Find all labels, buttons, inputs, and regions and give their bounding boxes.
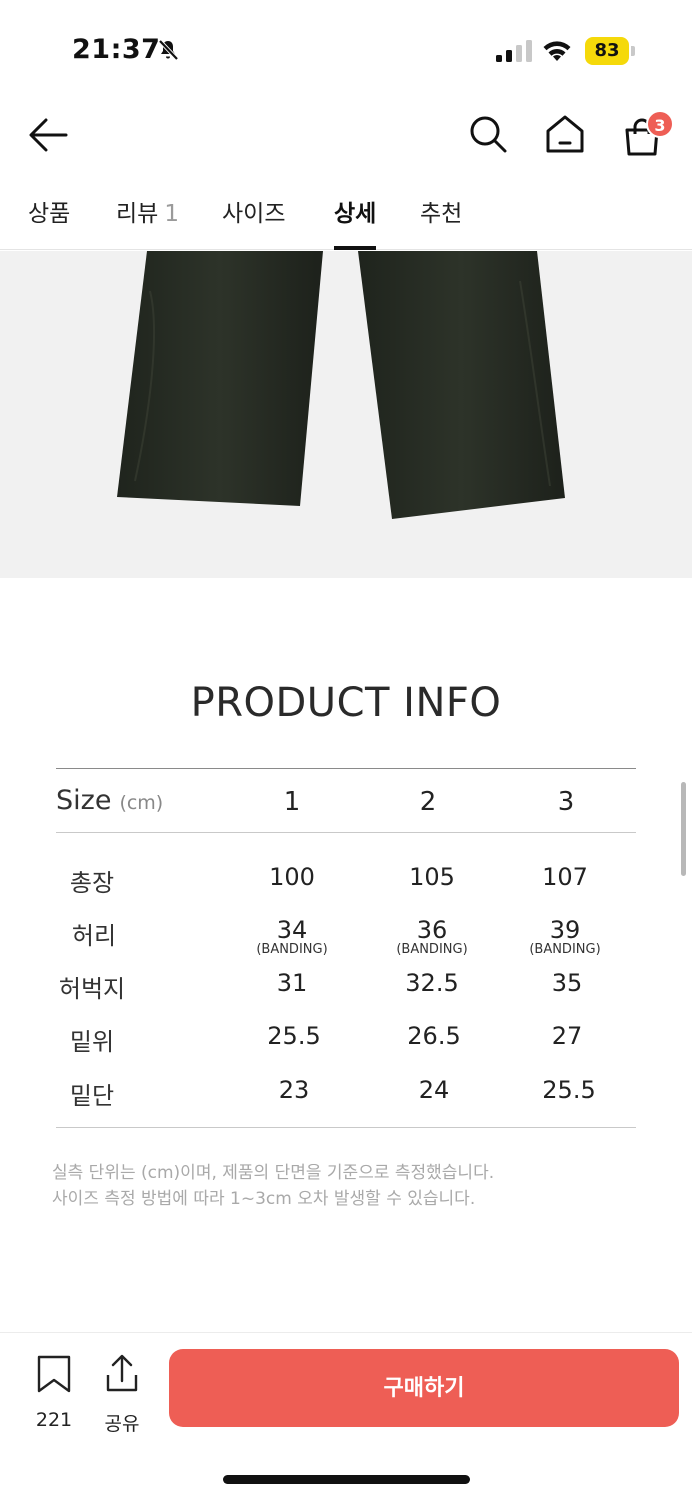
bookmark-count: 221 (35, 1409, 73, 1431)
tab-label: 추천 (420, 201, 463, 227)
cart-button[interactable]: 3 (620, 110, 676, 160)
table-row: 밑단 23 24 25.5 (56, 1076, 636, 1128)
tab-label: 리뷰 (116, 201, 159, 227)
cell-note: (BANDING) (529, 942, 601, 957)
pants-illustration (117, 251, 565, 519)
tab-recommend[interactable]: 추천 (420, 194, 462, 250)
bell-slash-icon (158, 39, 179, 61)
wifi-icon (543, 41, 571, 61)
table-cell: 34 (BANDING) (237, 916, 347, 957)
bookmark-button[interactable]: 221 (30, 1351, 78, 1431)
table-cell: 24 (418, 1076, 450, 1104)
bookmark-icon (37, 1355, 71, 1393)
size-column-header: 3 (557, 787, 575, 817)
table-cell: 26.5 (407, 1022, 461, 1050)
table-cell: 25.5 (267, 1022, 321, 1050)
size-unit: (cm) (119, 792, 164, 814)
row-label: 허리 (71, 922, 117, 950)
cell-note: (BANDING) (256, 942, 328, 957)
table-cell: 100 (269, 863, 315, 891)
status-bar: 21:37 83 (0, 0, 692, 100)
table-row: 허리 34 (BANDING) 36 (BANDING) 39 (BANDING) (56, 916, 636, 968)
table-row: 밑위 25.5 26.5 27 (56, 1022, 636, 1074)
battery-level: 83 (594, 40, 620, 61)
size-header-label: Size (cm) (56, 785, 163, 816)
table-cell: 27 (551, 1022, 583, 1050)
status-time: 21:37 (72, 34, 161, 65)
measurement-notes: 실측 단위는 (cm)이며, 제품의 단면을 기준으로 측정했습니다. 사이즈 … (52, 1160, 652, 1212)
cell-value: 36 (416, 916, 448, 944)
share-icon (106, 1354, 138, 1392)
tab-bar: 상품 리뷰 1 사이즈 상세 추천 (0, 186, 692, 250)
home-indicator[interactable] (223, 1475, 470, 1484)
app-header: 3 (0, 100, 692, 170)
tab-detail[interactable]: 상세 (334, 194, 377, 250)
note-line: 실측 단위는 (cm)이며, 제품의 단면을 기준으로 측정했습니다. (52, 1163, 495, 1183)
size-label-text: Size (56, 785, 112, 816)
share-button[interactable]: 공유 (98, 1351, 146, 1435)
size-table: Size (cm) 1 2 3 총장 100 105 107 허리 34 (BAND… (56, 768, 636, 1128)
table-cell: 25.5 (542, 1076, 596, 1104)
table-cell: 39 (BANDING) (510, 916, 620, 957)
buy-button[interactable]: 구매하기 (169, 1349, 679, 1427)
cart-count-badge: 3 (646, 110, 674, 138)
home-icon[interactable] (543, 112, 587, 156)
tab-size[interactable]: 사이즈 (222, 194, 285, 250)
bottom-action-bar: 221 공유 구매하기 (0, 1332, 692, 1500)
row-label: 허벅지 (58, 975, 126, 1003)
row-label: 밑단 (69, 1082, 115, 1110)
table-cell: 31 (276, 969, 308, 997)
table-row: 허벅지 31 32.5 35 (56, 969, 636, 1021)
table-cell: 107 (542, 863, 588, 891)
battery-icon: 83 (585, 37, 635, 65)
tab-label: 상세 (334, 201, 377, 227)
cell-value: 39 (549, 916, 581, 944)
tab-label: 사이즈 (222, 201, 286, 227)
tab-product[interactable]: 상품 (28, 194, 70, 250)
row-label: 총장 (69, 869, 115, 897)
search-icon[interactable] (466, 112, 510, 156)
row-label: 밑위 (69, 1028, 115, 1056)
cell-value: 34 (276, 916, 308, 944)
arrow-left-icon[interactable] (26, 112, 72, 158)
table-cell: 105 (409, 863, 455, 891)
table-cell: 35 (551, 969, 583, 997)
note-line: 사이즈 측정 방법에 따라 1~3cm 오차 발생할 수 있습니다. (52, 1189, 476, 1209)
table-cell: 36 (BANDING) (377, 916, 487, 957)
product-image (0, 251, 692, 578)
scrollbar[interactable] (681, 782, 686, 876)
table-cell: 23 (278, 1076, 310, 1104)
table-row: 총장 100 105 107 (56, 863, 636, 915)
size-table-header: Size (cm) 1 2 3 (56, 769, 636, 833)
tab-reviews[interactable]: 리뷰 1 (116, 194, 179, 250)
share-label: 공유 (104, 1413, 140, 1435)
size-column-header: 2 (419, 787, 437, 817)
product-info-title: PRODUCT INFO (190, 680, 502, 726)
tab-label: 상품 (28, 201, 71, 227)
signal-icon (496, 40, 532, 62)
table-cell: 32.5 (405, 969, 459, 997)
cell-note: (BANDING) (396, 942, 468, 957)
review-count: 1 (164, 201, 179, 227)
size-column-header: 1 (283, 787, 301, 817)
